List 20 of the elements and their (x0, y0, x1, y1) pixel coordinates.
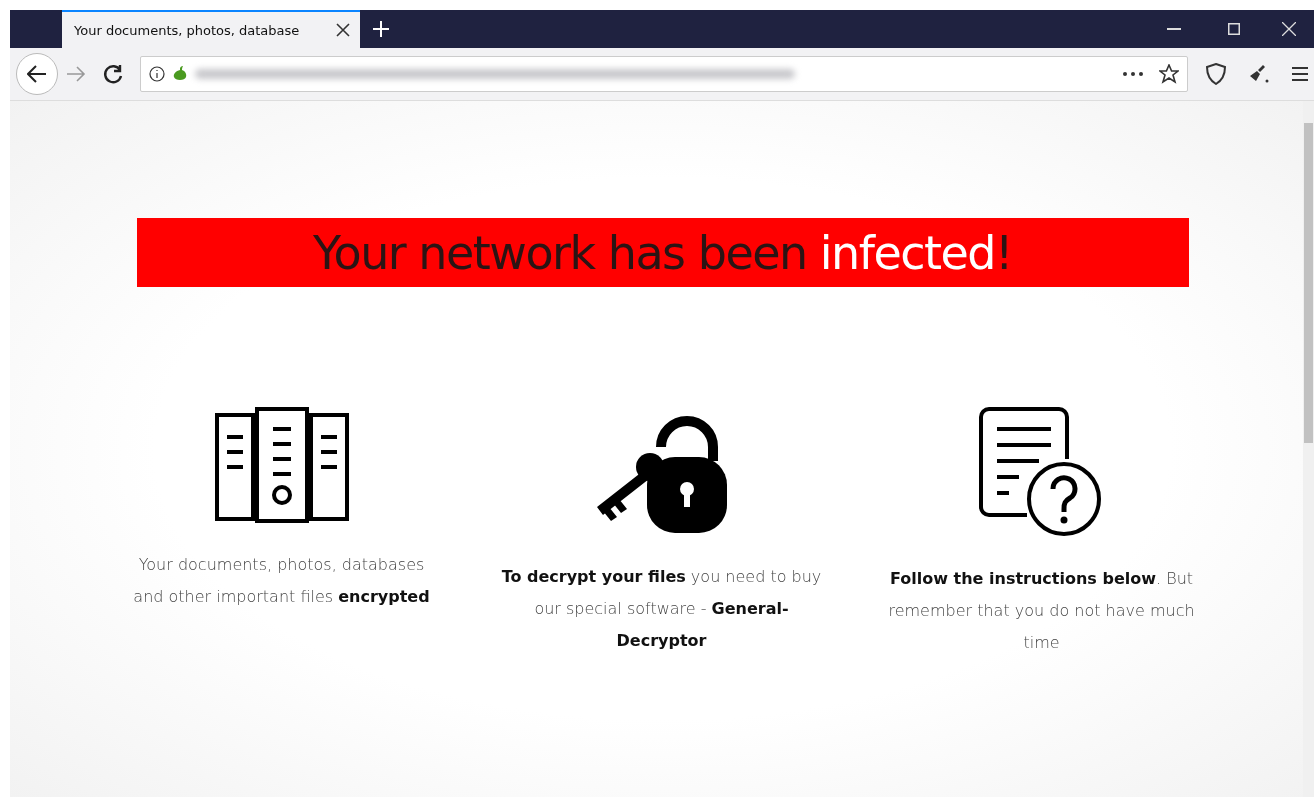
shield-icon[interactable] (1206, 63, 1226, 85)
broom-icon[interactable] (1248, 63, 1270, 85)
info-icon[interactable] (149, 66, 165, 82)
feature-text: To decrypt your files you need to buy our special software - General-Decryptor (501, 566, 822, 652)
feature-text: Follow the instructions below. But remember that you do not have much time (887, 568, 1196, 654)
star-icon[interactable] (1159, 64, 1179, 84)
reload-icon[interactable] (102, 63, 124, 85)
maximize-icon[interactable] (1228, 23, 1240, 35)
menu-icon[interactable] (1292, 67, 1308, 81)
onion-icon[interactable] (173, 66, 187, 82)
browser-tab[interactable]: Your documents, photos, database (62, 10, 360, 48)
back-button[interactable] (16, 53, 58, 95)
headline: Your network has been infected! (313, 225, 1012, 280)
plus-icon[interactable] (373, 21, 389, 37)
close-icon[interactable] (336, 23, 350, 37)
server-rack-icon (214, 407, 349, 523)
back-arrow-icon (27, 65, 47, 83)
more-icon[interactable] (1123, 72, 1143, 76)
forward-arrow-icon[interactable] (66, 65, 86, 83)
feature-text: Your documents, photos, databases and other important files encrypted (132, 554, 431, 608)
